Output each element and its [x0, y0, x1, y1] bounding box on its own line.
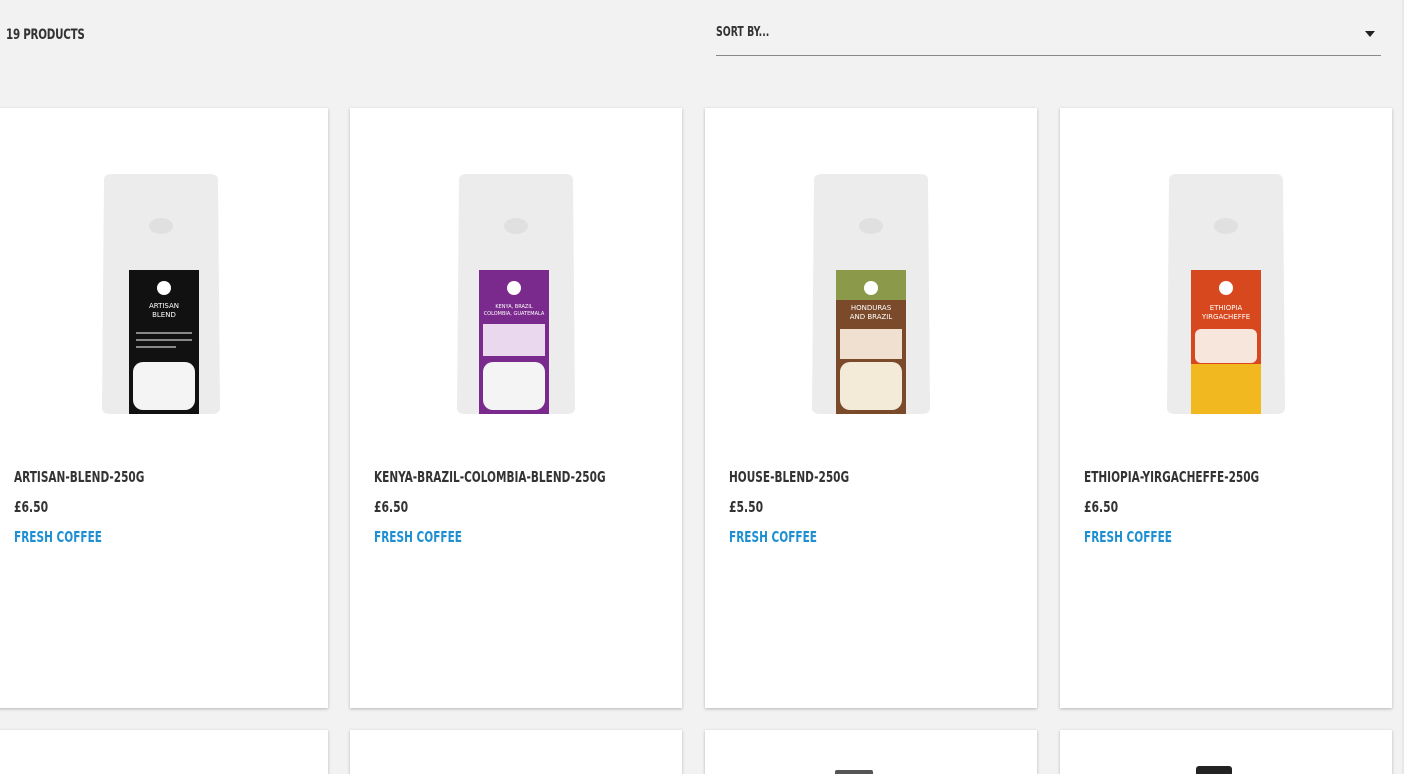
product-image-top	[1196, 766, 1232, 774]
coffee-bag-image: HONDURAS AND BRAZIL	[812, 174, 930, 414]
product-price: £6.50	[14, 498, 49, 516]
coffee-bag-image: KENYA, BRAZIL COLOMBIA, GUATEMALA	[457, 174, 575, 414]
product-category-link[interactable]: FRESH COFFEE	[14, 528, 102, 546]
product-count: 19 PRODUCTS	[6, 27, 85, 43]
product-name[interactable]: ARTISAN-BLEND-250G	[14, 468, 144, 486]
product-name[interactable]: ETHIOPIA-YIRGACHEFFE-250G	[1084, 468, 1259, 486]
sort-dropdown-label: SORT BY...	[716, 25, 770, 40]
product-price: £6.50	[374, 498, 409, 516]
product-card[interactable]	[0, 730, 328, 774]
product-price: £6.50	[1084, 498, 1119, 516]
product-category-link[interactable]: FRESH COFFEE	[1084, 528, 1172, 546]
product-listing-page: 19 PRODUCTS SORT BY... ARTISAN BLEND ART…	[0, 0, 1404, 774]
product-card[interactable]: KENYA, BRAZIL COLOMBIA, GUATEMALA KENYA-…	[350, 108, 682, 708]
product-price: £5.50	[729, 498, 764, 516]
bag-label-line-2: COLOMBIA, GUATEMALA	[484, 311, 545, 317]
sort-dropdown[interactable]: SORT BY...	[716, 18, 1381, 56]
bag-label-line-2: BLEND	[152, 311, 176, 319]
coffee-bag-image: ETHIOPIA YIRGACHEFFE	[1167, 174, 1285, 414]
bag-label-line-2: AND BRAZIL	[850, 313, 893, 321]
bag-label-line-1: ARTISAN	[149, 302, 179, 310]
product-name[interactable]: HOUSE-BLEND-250G	[729, 468, 849, 486]
bag-label-line-2: YIRGACHEFFE	[1201, 313, 1250, 321]
caret-down-icon	[1365, 31, 1375, 37]
listing-toolbar: 19 PRODUCTS SORT BY...	[0, 0, 1404, 100]
product-category-link[interactable]: FRESH COFFEE	[374, 528, 462, 546]
product-image-top	[835, 770, 873, 774]
product-card[interactable]: ARTISAN BLEND ARTISAN-BLEND-250G £6.50 F…	[0, 108, 328, 708]
bag-label-line-1: KENYA, BRAZIL	[495, 304, 532, 310]
product-card[interactable]	[705, 730, 1037, 774]
coffee-bag-image: ARTISAN BLEND	[102, 174, 220, 414]
product-card[interactable]: ETHIOPIA YIRGACHEFFE ETHIOPIA-YIRGACHEFF…	[1060, 108, 1392, 708]
product-name[interactable]: KENYA-BRAZIL-COLOMBIA-BLEND-250G	[374, 468, 606, 486]
bag-label-line-1: HONDURAS	[851, 304, 892, 312]
product-category-link[interactable]: FRESH COFFEE	[729, 528, 817, 546]
bag-label-line-1: ETHIOPIA	[1210, 304, 1243, 312]
product-card[interactable]	[1060, 730, 1392, 774]
product-card[interactable]	[350, 730, 682, 774]
product-card[interactable]: HONDURAS AND BRAZIL HOUSE-BLEND-250G £5.…	[705, 108, 1037, 708]
